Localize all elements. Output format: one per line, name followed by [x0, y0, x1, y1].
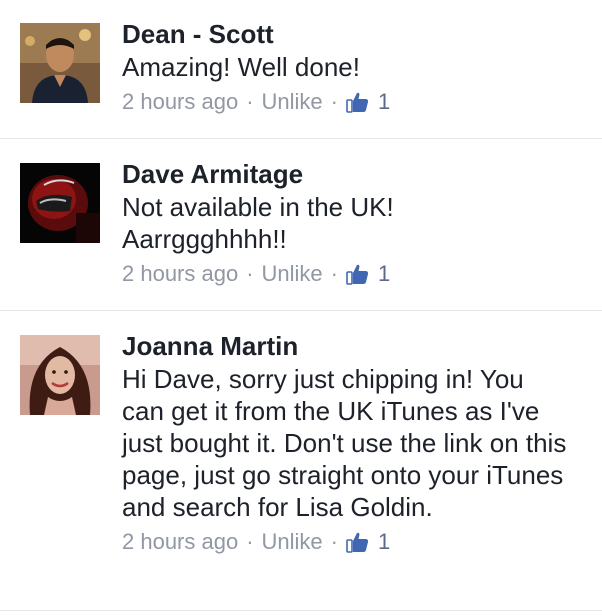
comment-meta: 2 hours ago · Unlike · 1 — [122, 527, 582, 557]
avatar[interactable] — [20, 23, 100, 103]
separator: · — [246, 261, 254, 286]
comment-text: Amazing! Well done! — [122, 52, 360, 82]
avatar[interactable] — [20, 335, 100, 415]
separator: · — [330, 261, 338, 286]
avatar-image — [20, 335, 100, 415]
like-count[interactable]: 1 — [378, 527, 390, 557]
separator: · — [246, 529, 254, 554]
separator: · — [246, 89, 254, 114]
avatar-image — [20, 163, 100, 243]
unlike-link[interactable]: Unlike — [262, 87, 323, 117]
thumbs-up-icon[interactable] — [346, 90, 370, 114]
like-count[interactable]: 1 — [378, 87, 390, 117]
comment-text: Hi Dave, sorry just chipping in! You can… — [122, 364, 567, 522]
comment-timestamp[interactable]: 2 hours ago — [122, 527, 238, 557]
commenter-name[interactable]: Joanna Martin — [122, 330, 582, 362]
separator: · — [330, 89, 338, 114]
comment-timestamp[interactable]: 2 hours ago — [122, 259, 238, 289]
commenter-name[interactable]: Dean - Scott — [122, 18, 582, 50]
thumbs-up-icon[interactable] — [346, 530, 370, 554]
commenter-name[interactable]: Dave Armitage — [122, 158, 582, 190]
comment-item: Dean - Scott Amazing! Well done! 2 hours… — [0, 0, 602, 139]
unlike-link[interactable]: Unlike — [262, 259, 323, 289]
comment-meta: 2 hours ago · Unlike · 1 — [122, 87, 582, 117]
like-count[interactable]: 1 — [378, 259, 390, 289]
comment-meta: 2 hours ago · Unlike · 1 — [122, 259, 582, 289]
comment-timestamp[interactable]: 2 hours ago — [122, 87, 238, 117]
comment-item: Dave Armitage Not available in the UK! A… — [0, 139, 602, 311]
unlike-link[interactable]: Unlike — [262, 527, 323, 557]
separator: · — [330, 529, 338, 554]
comment-item: Joanna Martin Hi Dave, sorry just chippi… — [0, 311, 602, 611]
thumbs-up-icon[interactable] — [346, 262, 370, 286]
comment-text: Not available in the UK! Aarrggghhhh!! — [122, 192, 394, 254]
avatar[interactable] — [20, 163, 100, 243]
avatar-image — [20, 23, 100, 103]
